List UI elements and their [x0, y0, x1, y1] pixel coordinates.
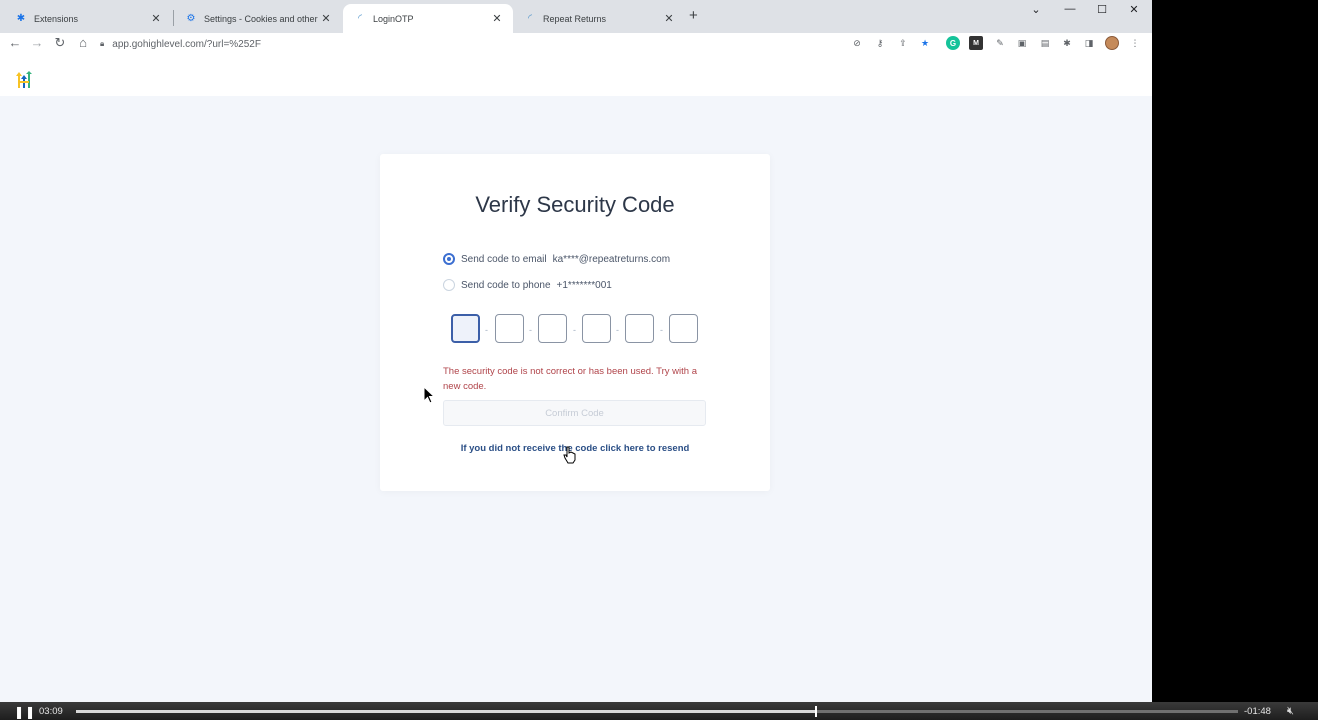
verify-card: Verify Security Code Send code to email … — [380, 154, 770, 491]
maximize-icon[interactable]: ☐ — [1092, 3, 1112, 16]
tab-title: LoginOTP — [373, 13, 414, 24]
tab-title: Repeat Returns — [543, 13, 607, 24]
page-title: Verify Security Code — [475, 192, 675, 217]
mouse-pointer-icon — [423, 386, 435, 404]
seek-bar-progress — [76, 710, 817, 713]
mail-extension-icon[interactable]: M — [969, 36, 983, 50]
address-bar[interactable]: 🔒︎ app.gohighlevel.com/?url=%252F — [100, 34, 840, 54]
pen-extension-icon[interactable]: ✎ — [993, 36, 1007, 50]
hand-pointer-icon — [563, 446, 576, 464]
code-separator: - — [485, 325, 488, 335]
masked-phone: +1*******001 — [556, 279, 612, 291]
code-separator: - — [573, 325, 576, 335]
tab-search-icon[interactable]: ⌄ — [1026, 3, 1046, 16]
star-icon[interactable]: ★ — [918, 36, 932, 50]
close-icon[interactable]: ✕ — [491, 12, 503, 25]
grammarly-extension-icon[interactable]: G — [946, 36, 960, 50]
error-message: The security code is not correct or has … — [443, 366, 697, 392]
share-icon[interactable]: ⇪ — [896, 36, 910, 50]
gear-icon: ⚙ — [186, 13, 196, 24]
video-controls: ❚❚ 03:09 -01:48 🔇︎ — [0, 702, 1318, 720]
home-icon[interactable]: ⌂ — [75, 35, 91, 50]
muted-speaker-icon[interactable]: 🔇︎ — [1287, 705, 1294, 718]
app-header — [0, 55, 1152, 96]
code-separator: - — [660, 325, 663, 335]
radio-phone[interactable] — [443, 279, 455, 291]
new-tab-button[interactable]: + — [689, 7, 698, 24]
close-icon[interactable]: ✕ — [320, 12, 332, 25]
remaining-time: -01:48 — [1244, 706, 1271, 717]
masked-email: ka****@repeatreturns.com — [552, 253, 671, 265]
tab-loginotp[interactable]: ◜ LoginOTP ✕ — [343, 4, 513, 33]
seek-handle[interactable] — [815, 706, 818, 717]
tab-strip: ✱ Extensions ✕ ⚙ Settings - Cookies and … — [0, 0, 1152, 33]
menu-kebab-icon[interactable]: ⋮ — [1128, 36, 1142, 50]
code-digit-3[interactable] — [538, 314, 567, 343]
side-panel-icon[interactable]: ◨ — [1082, 36, 1096, 50]
pause-icon[interactable]: ❚❚ — [14, 705, 36, 719]
loading-icon: ◜ — [358, 13, 362, 24]
lock-icon: 🔒︎ — [100, 39, 105, 48]
radio-phone-label: Send code to phone — [461, 279, 551, 291]
window-close-icon[interactable]: ✕ — [1124, 3, 1144, 16]
letterbox-bar — [1152, 0, 1318, 720]
profile-avatar[interactable] — [1105, 36, 1119, 50]
radio-email[interactable] — [443, 253, 455, 265]
devtools-extension-icon[interactable]: ▤ — [1038, 36, 1052, 50]
code-digit-6[interactable] — [669, 314, 698, 343]
code-digit-5[interactable] — [625, 314, 654, 343]
key-icon[interactable]: ⚷ — [873, 36, 887, 50]
close-icon[interactable]: ✕ — [663, 12, 675, 25]
browser-toolbar: ← → ↻ ⌂ 🔒︎ app.gohighlevel.com/?url=%252… — [0, 33, 1152, 55]
screen-extension-icon[interactable]: ▣ — [1015, 36, 1029, 50]
radio-option-phone[interactable]: Send code to phone +1*******001 — [443, 278, 612, 292]
cookie-blocked-icon[interactable]: ⊘ — [850, 36, 864, 50]
reload-icon[interactable]: ↻ — [52, 35, 68, 51]
loading-icon: ◜ — [528, 13, 532, 24]
radio-option-email[interactable]: Send code to email ka****@repeatreturns.… — [443, 252, 670, 266]
radio-email-label: Send code to email — [461, 253, 547, 265]
tab-title: Extensions — [34, 13, 79, 24]
confirm-code-button[interactable]: Confirm Code — [443, 400, 706, 426]
minimize-icon[interactable]: — — [1060, 3, 1080, 15]
elapsed-time: 03:09 — [39, 706, 63, 717]
puzzle-icon: ✱ — [16, 13, 26, 24]
code-separator: - — [529, 325, 532, 335]
forward-arrow-icon[interactable]: → — [29, 35, 45, 50]
url-text: app.gohighlevel.com/?url=%252F — [112, 38, 261, 50]
tab-extensions[interactable]: ✱ Extensions ✕ — [4, 4, 172, 33]
back-arrow-icon[interactable]: ← — [7, 35, 23, 50]
code-separator: - — [616, 325, 619, 335]
highlevel-logo-icon — [16, 71, 32, 88]
close-icon[interactable]: ✕ — [150, 12, 162, 25]
tab-repeat-returns[interactable]: ◜ Repeat Returns ✕ — [513, 4, 685, 33]
tab-settings[interactable]: ⚙ Settings - Cookies and other site ✕ — [174, 4, 342, 33]
seek-bar[interactable] — [76, 710, 1238, 713]
code-digit-1[interactable] — [451, 314, 480, 343]
code-digit-2[interactable] — [495, 314, 524, 343]
extensions-puzzle-icon[interactable]: ✱ — [1060, 36, 1074, 50]
tab-title: Settings - Cookies and other site — [204, 13, 320, 24]
browser-viewport: ✱ Extensions ✕ ⚙ Settings - Cookies and … — [0, 0, 1152, 720]
code-digit-4[interactable] — [582, 314, 611, 343]
